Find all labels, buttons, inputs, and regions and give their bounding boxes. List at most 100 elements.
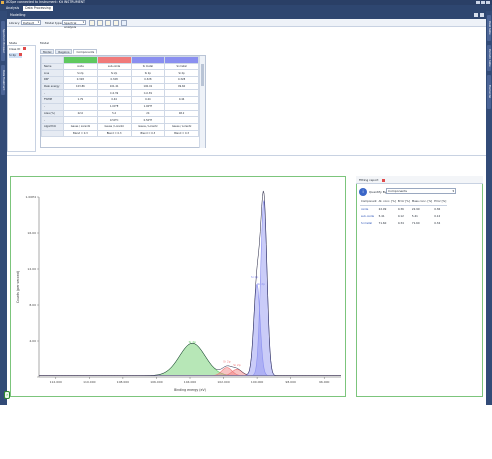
- tab-periodic-table[interactable]: Periodic table: [487, 45, 491, 71]
- grid-scrollbar[interactable]: [199, 56, 205, 148]
- library-label: Library: [9, 21, 20, 25]
- tab-regions[interactable]: Regions: [55, 49, 73, 54]
- table-row: Peak energy 103.86 101.41 100.01 99.60: [41, 82, 199, 91]
- open-model-icon[interactable]: [97, 20, 103, 26]
- row-label: [41, 129, 64, 138]
- help-button[interactable]: ?: [4, 391, 10, 399]
- grid-cell[interactable]: 0.328: [164, 76, 199, 84]
- grid-cell[interactable]: sub-oxide: [96, 62, 132, 71]
- grid-cell[interactable]: 103.86: [63, 82, 98, 91]
- grid-cell[interactable]: 0.50*C: [96, 116, 132, 124]
- component-color-swatch[interactable]: [130, 56, 166, 64]
- minimize-button[interactable]: [476, 1, 480, 4]
- grid-cell[interactable]: [63, 116, 98, 124]
- state-item-si2p[interactable]: Si 2p: [9, 53, 22, 58]
- grid-cell[interactable]: Gauss / Lorentz: [164, 122, 199, 131]
- model-type-select[interactable]: Spectral analysis ▾: [62, 20, 86, 29]
- grid-cell[interactable]: Si 2p: [164, 69, 199, 78]
- save-model-icon[interactable]: [105, 20, 111, 26]
- close-panel-icon[interactable]: [480, 13, 484, 17]
- grid-cell[interactable]: 99.60: [164, 82, 199, 91]
- y-tick-label: 1.00E4: [26, 195, 37, 199]
- maximize-button[interactable]: [481, 1, 485, 4]
- y-tick-label: 4.00: [29, 339, 36, 343]
- grid-cell[interactable]: 0.44: [130, 96, 166, 104]
- grid-cell[interactable]: 0.44: [96, 96, 132, 104]
- library-select[interactable]: Default ▾: [21, 20, 41, 25]
- grid-cell[interactable]: [63, 102, 98, 111]
- grid-cell[interactable]: C-0.39: [130, 89, 166, 98]
- panel-splitter[interactable]: [7, 155, 486, 156]
- grid-cell[interactable]: 48.2: [164, 109, 199, 118]
- chevron-down-icon: ▾: [452, 189, 454, 193]
- panel-title: Modelling: [10, 13, 26, 17]
- component-color-swatch[interactable]: [96, 56, 132, 64]
- close-button[interactable]: [486, 1, 490, 4]
- tab-components[interactable]: Components: [73, 49, 98, 54]
- grid-cell[interactable]: 5.2: [96, 109, 132, 118]
- component-color-swatch[interactable]: [164, 56, 199, 64]
- row-label: RSF: [41, 76, 64, 84]
- grid-cell[interactable]: [164, 102, 199, 111]
- grid-cell[interactable]: [164, 116, 199, 124]
- tab-data-treatment[interactable]: Data Treatment: [1, 65, 5, 95]
- library-select-value: Default: [23, 21, 34, 25]
- grid-cell[interactable]: Gauss / Lorentz: [96, 122, 132, 131]
- grid-cell[interactable]: 1.00*E: [130, 102, 166, 111]
- xps-spectrum-chart[interactable]: 4.00 8.00 12.00 16.00 1.00E4 112.000 110.000 10…: [11, 177, 347, 398]
- grid-cell[interactable]: C-0.39: [96, 89, 132, 98]
- grid-cell[interactable]: oxide: [63, 62, 98, 71]
- grid-cell[interactable]: 0.50*E: [130, 116, 166, 124]
- report-cell: 0.12: [434, 213, 441, 218]
- quantify-by-select[interactable]: Components ▾: [386, 188, 456, 194]
- save-as-icon[interactable]: [113, 20, 119, 26]
- grid-cell[interactable]: Si 2p: [96, 69, 132, 78]
- report-column-header: Mass conc. [%]: [410, 198, 434, 206]
- close-report-icon[interactable]: [382, 178, 386, 182]
- grid-cell[interactable]: 24: [130, 109, 166, 118]
- tab-elemental[interactable]: Elemental: [487, 75, 491, 109]
- report-cell: 0.36: [397, 206, 404, 211]
- fit-icon[interactable]: [121, 20, 127, 26]
- state-item-class-id[interactable]: Class ID: [9, 47, 27, 52]
- report-column-header: Component: [360, 198, 378, 206]
- grid-cell[interactable]: 101.41: [96, 82, 132, 91]
- scrollbar-thumb[interactable]: [201, 64, 204, 86]
- grid-cell[interactable]: Gauss / Lorentz: [130, 122, 166, 131]
- delete-icon[interactable]: [23, 47, 27, 50]
- y-tick-label: 8.00: [29, 303, 36, 307]
- grid-cell[interactable]: Si 2p: [130, 69, 166, 78]
- row-label: Name: [41, 62, 64, 71]
- new-model-icon[interactable]: [89, 20, 95, 26]
- restore-icon[interactable]: [474, 13, 478, 17]
- grid-cell[interactable]: [164, 89, 199, 98]
- tab-model[interactable]: Model: [40, 49, 55, 54]
- grid-cell[interactable]: 22.0: [63, 109, 98, 118]
- grid-cell[interactable]: Blend = 0.3: [130, 129, 166, 138]
- grid-cell[interactable]: Si 2p: [63, 69, 98, 78]
- report-cell: Si metal: [361, 220, 373, 225]
- grid-cell[interactable]: Si metal: [130, 62, 166, 71]
- grid-cell[interactable]: 0.328: [130, 76, 166, 84]
- grid-cell[interactable]: 1.79: [63, 96, 98, 104]
- grid-cell[interactable]: 0.328: [96, 76, 132, 84]
- grid-cell[interactable]: 100.01: [130, 82, 166, 91]
- component-color-swatch[interactable]: [63, 56, 98, 64]
- delete-icon[interactable]: [18, 53, 22, 56]
- grid-cell[interactable]: [63, 89, 98, 98]
- y-tick-label: 12.00: [27, 267, 36, 271]
- info-icon[interactable]: i: [359, 188, 367, 196]
- grid-cell[interactable]: Blend = 0.3: [63, 129, 98, 138]
- grid-cell[interactable]: 0.328: [63, 76, 98, 84]
- grid-cell[interactable]: Si metal: [164, 62, 199, 71]
- grid-cell[interactable]: Blend = 0.3: [164, 129, 199, 138]
- grid-cell[interactable]: Gauss / Lorentz: [63, 122, 98, 131]
- tab-peak-table[interactable]: Peak table: [487, 15, 491, 41]
- grid-cell[interactable]: 1.00*E: [96, 102, 132, 111]
- window-controls: [476, 1, 490, 4]
- grid-cell[interactable]: 0.44: [164, 96, 199, 104]
- window-title: XCSpe connected to Instrument: Kit INSTR…: [6, 0, 85, 4]
- tab-spectrum-browser[interactable]: Spectrum Browser: [1, 21, 5, 61]
- chart-frame: 4.00 8.00 12.00 16.00 1.00E4 112.000 110.000 10…: [10, 176, 346, 397]
- grid-cell[interactable]: Blend = 0.3: [96, 129, 132, 138]
